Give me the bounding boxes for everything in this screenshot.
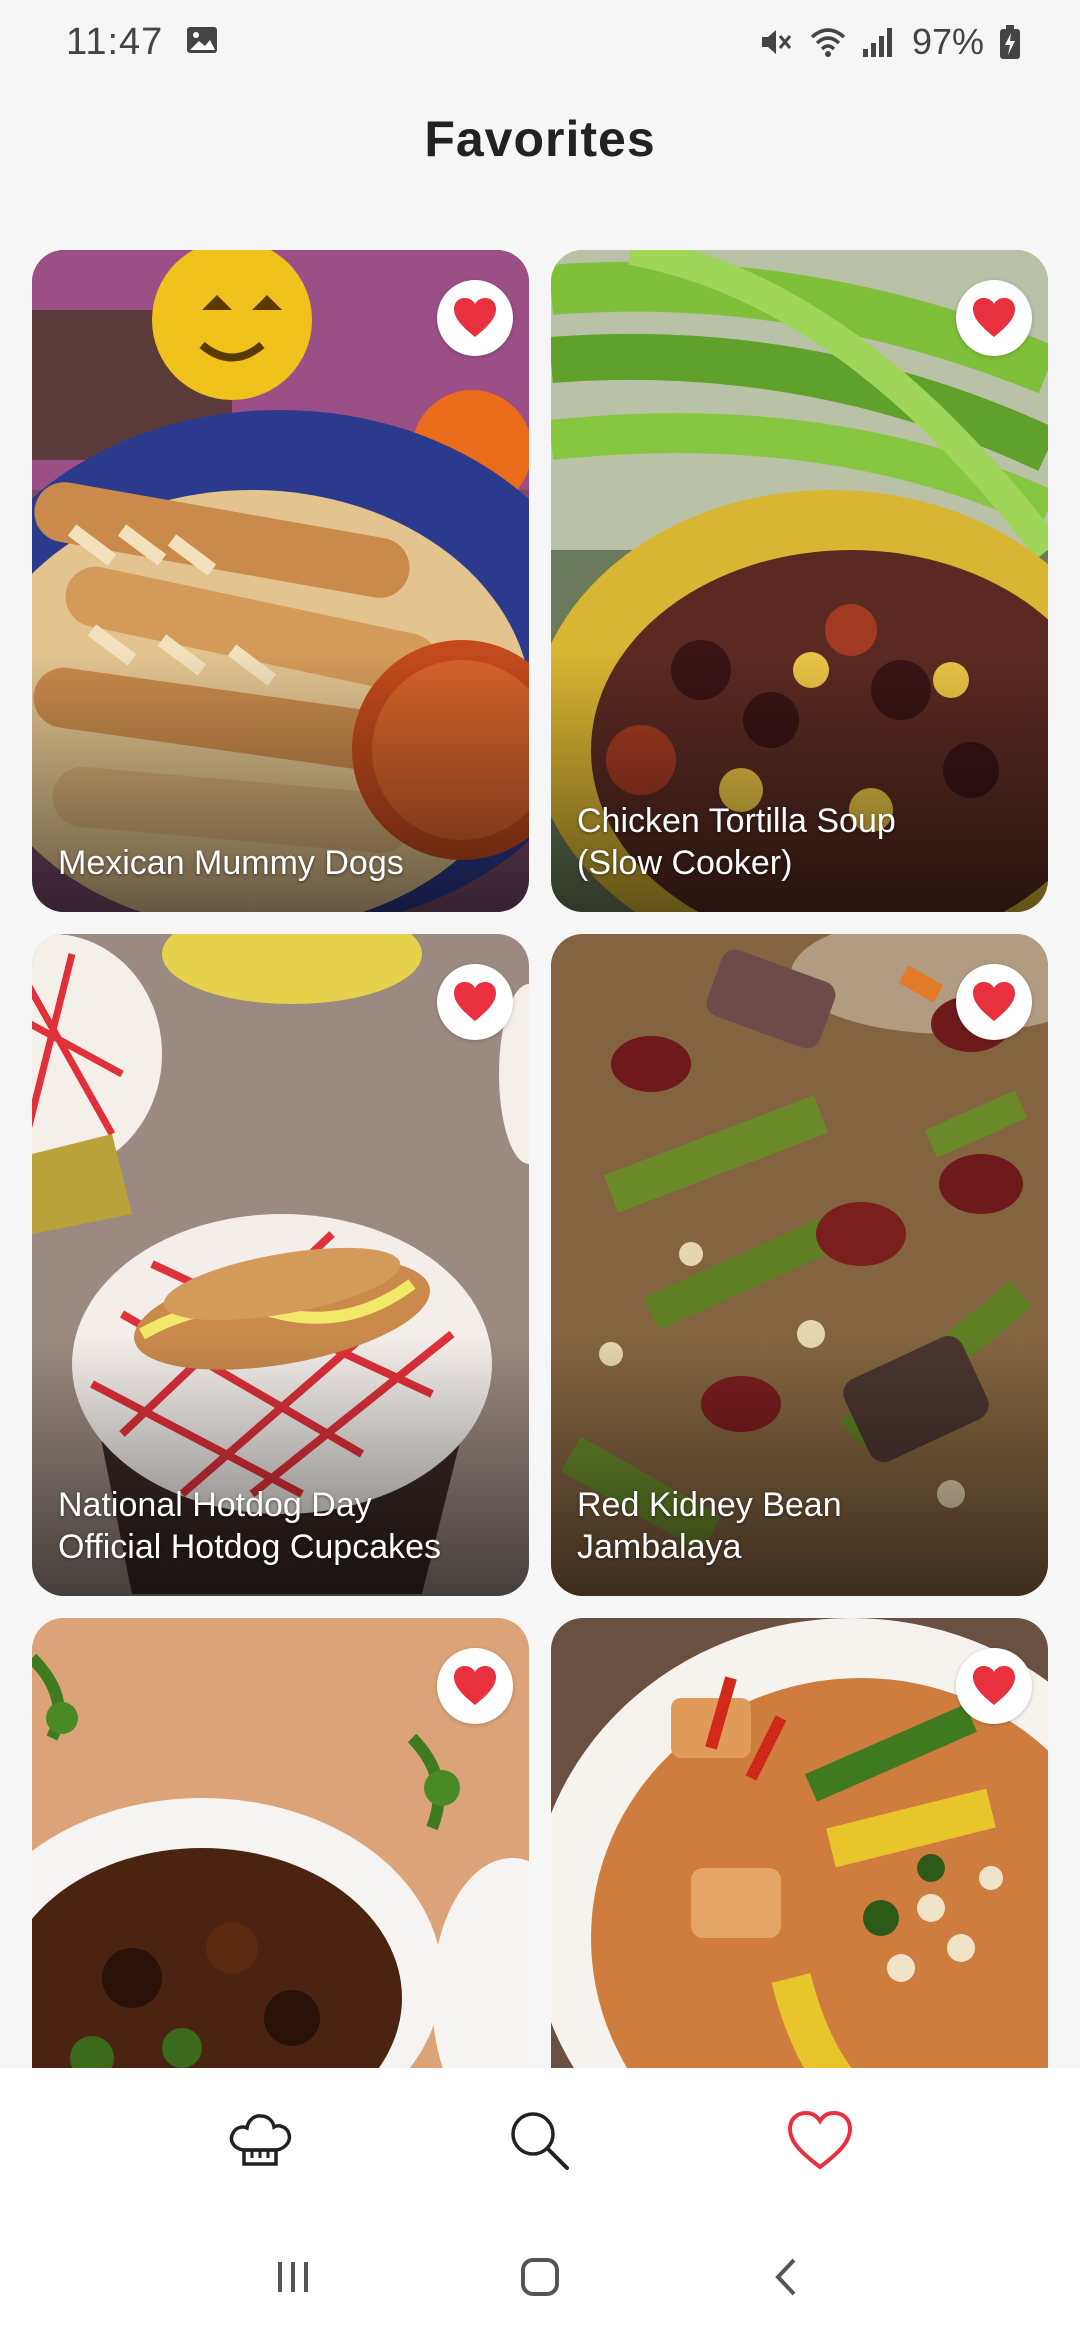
- heart-filled-icon: [973, 982, 1015, 1021]
- favorites-grid: Mexican Mummy Dogs Chicken Tortilla Soup…: [32, 250, 1048, 2070]
- recipe-card[interactable]: [551, 1618, 1048, 2070]
- chef-hat-icon: [229, 2114, 292, 2166]
- favorite-button[interactable]: [437, 964, 513, 1040]
- nav-favorites[interactable]: [775, 2096, 865, 2186]
- wifi-icon: [808, 23, 846, 61]
- signal-icon: [860, 23, 898, 61]
- heart-filled-icon: [454, 982, 496, 1021]
- status-time: 11:47: [66, 20, 164, 63]
- gallery-notification-icon: [185, 23, 223, 61]
- recipe-card[interactable]: [32, 1618, 529, 2070]
- heart-filled-icon: [454, 1666, 496, 1705]
- recipe-card[interactable]: National Hotdog Day Official Hotdog Cupc…: [32, 934, 529, 1596]
- recipe-card[interactable]: Chicken Tortilla Soup (Slow Cooker): [551, 250, 1048, 912]
- back-icon: [774, 2258, 796, 2296]
- favorite-button[interactable]: [437, 1648, 513, 1724]
- heart-icon: [787, 2110, 853, 2170]
- recent-apps-icon: [278, 2262, 309, 2292]
- recipe-name: Chicken Tortilla Soup (Slow Cooker): [577, 802, 896, 882]
- status-right: 97%: [756, 21, 1036, 63]
- favorite-button[interactable]: [956, 964, 1032, 1040]
- status-left: 11:47: [66, 21, 223, 64]
- battery-charging-icon: [998, 23, 1036, 61]
- favorite-button[interactable]: [437, 280, 513, 356]
- recipe-name: Red Kidney Bean Jambalaya: [577, 1486, 842, 1566]
- heart-filled-icon: [973, 1666, 1015, 1705]
- recipe-name: National Hotdog Day Official Hotdog Cupc…: [58, 1486, 442, 1566]
- back-button[interactable]: [747, 2237, 827, 2317]
- status-bar: 11:47 97%: [0, 0, 1080, 84]
- favorite-button[interactable]: [956, 1648, 1032, 1724]
- home-button[interactable]: [500, 2237, 580, 2317]
- nav-search[interactable]: [495, 2096, 585, 2186]
- recipe-card[interactable]: Red Kidney Bean Jambalaya: [551, 934, 1048, 1596]
- bottom-nav: [0, 2068, 1080, 2214]
- page-title: Favorites: [424, 111, 656, 167]
- nav-recipes[interactable]: [215, 2096, 305, 2186]
- search-icon: [511, 2112, 569, 2170]
- home-icon: [520, 2258, 559, 2296]
- recent-apps-button[interactable]: [253, 2237, 333, 2317]
- mute-icon: [756, 23, 794, 61]
- heart-filled-icon: [454, 298, 496, 337]
- favorite-button[interactable]: [956, 280, 1032, 356]
- battery-percent: 97%: [911, 21, 984, 62]
- recipe-name: Mexican Mummy Dogs: [58, 844, 404, 882]
- heart-filled-icon: [973, 298, 1015, 337]
- recipe-card[interactable]: Mexican Mummy Dogs: [32, 250, 529, 912]
- system-nav-bar: [0, 2214, 1080, 2340]
